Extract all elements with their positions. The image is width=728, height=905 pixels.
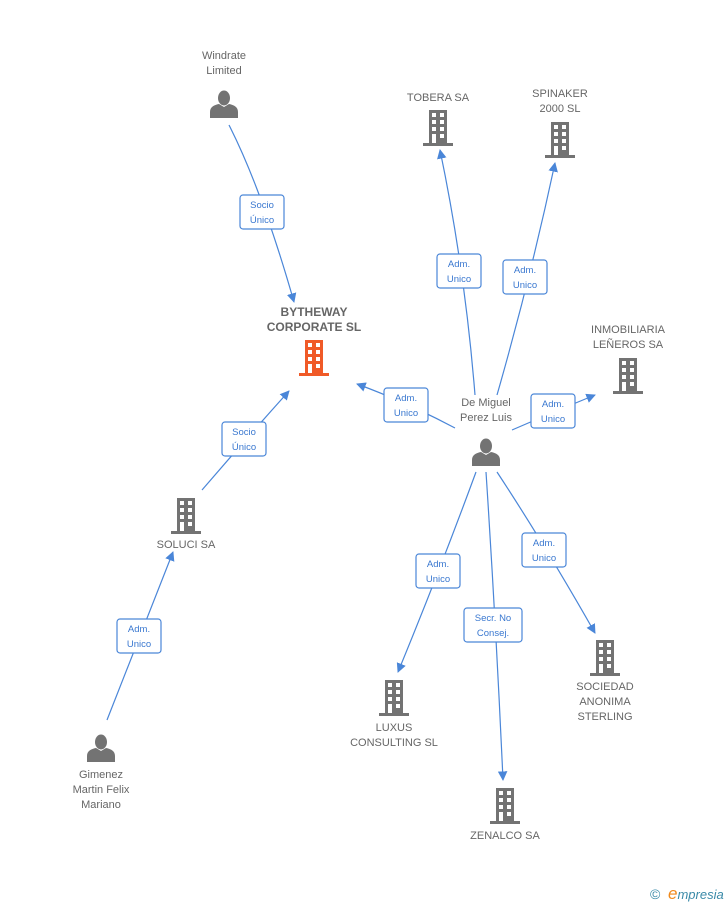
copyright-symbol: © [650, 886, 661, 902]
node-tobera[interactable]: TOBERA SA [407, 92, 470, 146]
node-spinaker[interactable]: SPINAKER 2000 SL [532, 88, 588, 158]
relation-label-text: Socio [250, 200, 274, 211]
node-label: De Miguel [461, 397, 511, 409]
edge-demiguel-tobera: Adm. Unico [436, 149, 482, 396]
edge-demiguel-inmobiliaria: Adm. Unico [511, 393, 596, 431]
relation-label[interactable]: Adm. Unico [502, 259, 548, 295]
node-label: STERLING [577, 711, 632, 723]
building-icon [299, 340, 329, 376]
relation-label[interactable]: Adm. Unico [530, 393, 576, 429]
relation-label-text: Unico [127, 639, 151, 650]
node-label: Mariano [81, 799, 121, 811]
node-gimenez[interactable]: Gimenez Martin Felix Mariano [73, 734, 130, 812]
relation-label-text: Adm. [448, 259, 470, 270]
node-label: LEÑEROS SA [593, 338, 664, 351]
relation-label[interactable]: Adm. Unico [436, 253, 482, 289]
relation-label-text: Unico [447, 274, 471, 285]
node-demiguel[interactable]: De Miguel Perez Luis [460, 397, 512, 466]
relation-label-text: Adm. [128, 624, 150, 635]
building-icon [423, 110, 453, 146]
relation-label-text: Unico [513, 280, 537, 291]
relation-label-text: Adm. [395, 393, 417, 404]
node-inmobiliaria[interactable]: INMOBILIARIA LEÑEROS SA [591, 324, 666, 394]
relation-label[interactable]: Adm. Unico [116, 618, 162, 654]
relation-label[interactable]: Socio Único [221, 421, 267, 457]
building-icon [490, 788, 520, 824]
relation-label-text: Socio [232, 427, 256, 438]
edge-demiguel-bytheway: Adm. Unico [356, 382, 456, 429]
node-label: LUXUS [376, 722, 413, 734]
network-diagram: SocioÚnicoSocioÚnicoAdm.UnicoAdm.UnicoAd… [73, 50, 724, 903]
edge-demiguel-luxus: Adm. Unico [396, 471, 477, 673]
edge-gimenez-soluci: Adm. Unico [106, 551, 175, 721]
relation-label-text: Unico [532, 553, 556, 564]
relation-label-text: Adm. [533, 538, 555, 549]
node-windrate[interactable]: Windrate Limited [202, 50, 246, 118]
building-icon [171, 498, 201, 534]
node-label: SOLUCI SA [157, 539, 216, 551]
relation-label[interactable]: Adm. Unico [521, 532, 567, 568]
node-label: BYTHEWAY [281, 305, 348, 319]
node-label: CONSULTING SL [350, 737, 438, 749]
node-label: INMOBILIARIA [591, 324, 666, 336]
relation-label[interactable]: Adm. Unico [383, 387, 429, 423]
edge-demiguel-spinaker: Adm. Unico [496, 162, 558, 396]
relation-label[interactable]: Secr. No Consej. [463, 607, 523, 643]
relation-label-text: Único [250, 215, 274, 226]
node-label: Martin Felix [73, 784, 130, 796]
person-icon [472, 438, 500, 466]
node-sterling[interactable]: SOCIEDAD ANONIMA STERLING [576, 640, 634, 723]
relation-label-text: Unico [541, 414, 565, 425]
relation-label-text: Adm. [514, 265, 536, 276]
edge-soluci-bytheway: Socio Único [201, 390, 290, 491]
node-label: SOCIEDAD [576, 681, 634, 693]
node-bytheway[interactable]: BYTHEWAYCORPORATE SL [267, 305, 361, 376]
node-label: Limited [206, 65, 241, 77]
building-icon [379, 680, 409, 716]
node-label: Perez Luis [460, 412, 512, 424]
building-icon [613, 358, 643, 394]
node-label: 2000 SL [540, 103, 581, 115]
relation-label[interactable]: Socio Único [239, 194, 285, 230]
relation-label-text: Unico [426, 574, 450, 585]
node-label: ZENALCO SA [470, 830, 540, 842]
relation-label-text: Único [232, 442, 256, 453]
relation-label-text: Unico [394, 408, 418, 419]
building-icon [590, 640, 620, 676]
node-zenalco[interactable]: ZENALCO SA [470, 788, 541, 842]
person-icon [210, 90, 238, 118]
relation-label-text: Secr. No [475, 613, 511, 624]
svg-text:empresia: empresia [668, 884, 724, 903]
relation-label-text: Adm. [542, 399, 564, 410]
node-label: SPINAKER [532, 88, 588, 100]
relation-label-text: Consej. [477, 628, 509, 639]
relation-label[interactable]: Adm. Unico [415, 553, 461, 589]
node-label: ANONIMA [579, 696, 631, 708]
node-label: Gimenez [79, 769, 123, 781]
building-icon [545, 122, 575, 158]
person-icon [87, 734, 115, 762]
node-label: CORPORATE SL [267, 320, 361, 334]
node-label: TOBERA SA [407, 92, 470, 104]
empresia-logo: © empresia [650, 884, 724, 903]
relation-label-text: Adm. [427, 559, 449, 570]
edge-demiguel-zenalco: Secr. No Consej. [463, 471, 523, 781]
node-soluci[interactable]: SOLUCI SA [157, 498, 216, 551]
node-label: Windrate [202, 50, 246, 62]
node-luxus[interactable]: LUXUS CONSULTING SL [350, 680, 438, 749]
edge-windrate-bytheway: Socio Único [228, 124, 297, 303]
